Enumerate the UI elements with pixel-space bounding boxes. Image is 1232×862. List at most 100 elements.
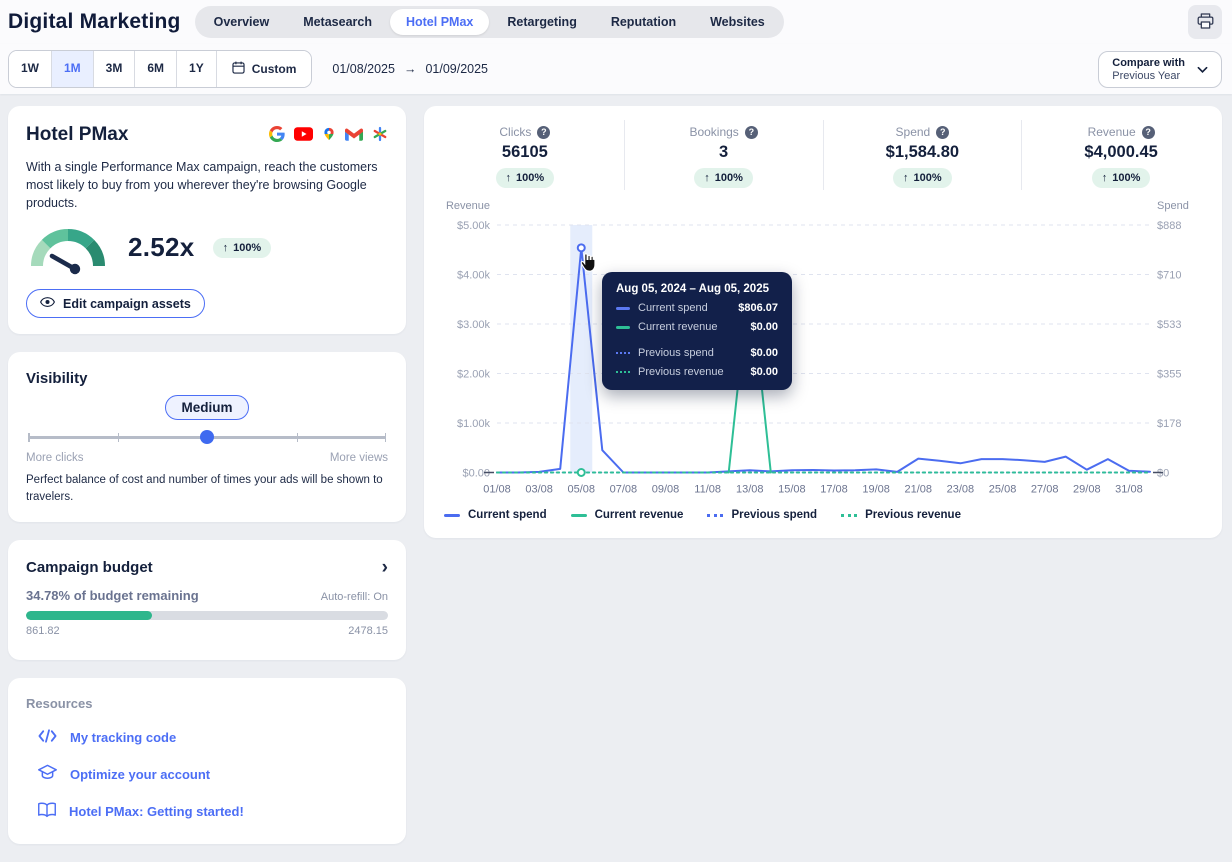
x-axis-tick: 21/08 [905,484,933,496]
legend-item-previous-spend[interactable]: Previous spend [707,509,817,521]
question-mark-icon[interactable]: ? [537,126,550,139]
stat-bookings: Bookings?3↑100% [625,120,824,190]
legend-label: Current revenue [595,509,684,521]
range-button-1y[interactable]: 1Y [177,51,217,87]
question-mark-icon[interactable]: ? [1142,126,1155,139]
chart-card: Clicks?56105↑100%Bookings?3↑100% Spend? $1… [424,106,1222,538]
stat-label-text: Bookings [689,125,738,139]
left-axis-tick: $0.00 [462,468,490,480]
range-button-3m[interactable]: 3M [94,51,136,87]
budget-min-value: 861.82 [26,625,60,637]
resource-link-my-tracking-code[interactable]: My tracking code [38,729,388,746]
right-axis-tick: $533 [1157,319,1181,331]
tooltip-row-label: Previous revenue [638,366,724,378]
stat-revenue: Revenue?$4,000.45↑100% [1022,120,1220,190]
stat-label-text: Spend [896,125,931,139]
stat-value: $1,584.80 [824,143,1022,162]
x-axis-tick: 15/08 [778,484,806,496]
tab-hotel-pmax[interactable]: Hotel PMax [390,9,489,35]
tooltip-row-previous-revenue: Previous revenue$0.00 [616,366,778,378]
left-axis-tick: $1.00k [457,418,491,430]
edit-campaign-assets-button[interactable]: Edit campaign assets [26,289,205,318]
solid-line-marker [616,307,630,310]
x-axis-tick: 29/08 [1073,484,1101,496]
stat-change-value: 100% [1112,172,1140,184]
roas-gauge [26,216,110,279]
tab-overview[interactable]: Overview [198,9,286,35]
tab-retargeting[interactable]: Retargeting [491,9,592,35]
slider-thumb[interactable] [200,430,214,444]
data-point-marker-current-spend[interactable] [578,244,585,251]
question-mark-icon[interactable]: ? [936,126,949,139]
stat-label: Clicks? [426,125,624,139]
visibility-slider[interactable] [28,429,386,445]
compare-dropdown[interactable]: Compare with Previous Year [1098,51,1222,88]
more-clicks-label: More clicks [26,452,84,464]
arrow-up-icon: ↑ [704,172,710,184]
tab-websites[interactable]: Websites [694,9,781,35]
x-axis-tick: 23/08 [947,484,975,496]
left-axis-tick: $2.00k [457,369,491,381]
right-axis-tick: $888 [1157,220,1181,232]
slider-tick [118,433,120,442]
eye-icon [40,296,55,311]
stat-change-badge: ↑100% [1092,168,1151,188]
tooltip-row-label: Current spend [638,302,708,314]
book-icon [38,802,56,821]
x-axis-tick: 27/08 [1031,484,1059,496]
tooltip-row-previous-spend: Previous spend $0.00 [616,347,778,359]
stat-clicks: Clicks?56105↑100% [426,120,625,190]
legend-item-current-spend[interactable]: Current spend [444,509,547,521]
legend-item-current-revenue[interactable]: Current revenue [571,509,684,521]
solid-line-marker [616,326,630,329]
x-axis-tick: 01/08 [483,484,511,496]
x-axis-tick: 17/08 [820,484,848,496]
main-nav: OverviewMetasearchHotel PMaxRetargetingR… [195,6,784,38]
stat-label: Bookings? [625,125,823,139]
pmax-title: Hotel PMax [26,124,128,146]
legend-label: Previous spend [731,509,817,521]
left-column: Hotel PMax With a single Performance Max… [8,106,406,862]
auto-refill-status: Auto-refill: On [321,591,388,603]
compare-label: Compare with [1112,57,1185,69]
pmax-description: With a single Performance Max campaign, … [26,158,388,212]
x-axis-tick: 25/08 [989,484,1017,496]
left-axis-tick: $4.00k [457,270,491,282]
tooltip-row-value: $0.00 [750,347,778,359]
left-axis-title: Revenue [446,200,490,212]
tab-metasearch[interactable]: Metasearch [287,9,388,35]
budget-progress-bar [26,611,388,620]
data-point-marker-current-revenue[interactable] [578,469,585,476]
date-range-group: 1W1M3M6M1Y Custom [8,50,312,88]
question-mark-icon[interactable]: ? [745,126,758,139]
range-button-1w[interactable]: 1W [9,51,52,87]
custom-label: Custom [252,62,297,76]
tab-reputation[interactable]: Reputation [595,9,692,35]
range-button-6m[interactable]: 6M [135,51,177,87]
dashed-line-marker [616,371,630,373]
graduation-cap-icon [38,764,57,784]
resource-link-optimize-your-account[interactable]: Optimize your account [38,764,388,784]
budget-max-value: 2478.15 [348,625,388,637]
x-axis-tick: 13/08 [736,484,764,496]
resource-link-hotel-pmax-getting-started[interactable]: Hotel PMax: Getting started! [38,802,388,821]
chevron-right-icon[interactable]: › [382,558,388,577]
chart-legend: Current spend Current revenue Previous spe… [444,509,1222,521]
print-button[interactable] [1188,5,1222,39]
chart-canvas: RevenueSpend$5.00k$888$4.00k$710$3.00k$5… [424,196,1222,506]
stat-spend: Spend?$1,584.80↑100% [824,120,1023,190]
resources-card: Resources My tracking codeOptimize your … [8,678,406,844]
chart-tooltip: Aug 05, 2024 – Aug 05, 2025 Current spen… [602,272,792,390]
top-bar: Digital Marketing OverviewMetasearchHote… [0,0,1232,44]
stat-change-value: 100% [516,172,544,184]
tooltip-date-range: Aug 05, 2024 – Aug 05, 2025 [616,283,778,295]
legend-item-previous-revenue[interactable]: Previous revenue [841,509,961,521]
tooltip-row-label: Previous spend [638,347,714,359]
left-axis-tick: $3.00k [457,319,491,331]
stat-change-badge: ↑100% [694,168,753,188]
visibility-card: Visibility Medium More clicks More views… [8,352,406,522]
slider-tick [28,433,30,442]
range-button-1m[interactable]: 1M [52,51,94,87]
main-content: Hotel PMax With a single Performance Max… [0,94,1232,862]
range-button-custom[interactable]: Custom [217,51,312,87]
